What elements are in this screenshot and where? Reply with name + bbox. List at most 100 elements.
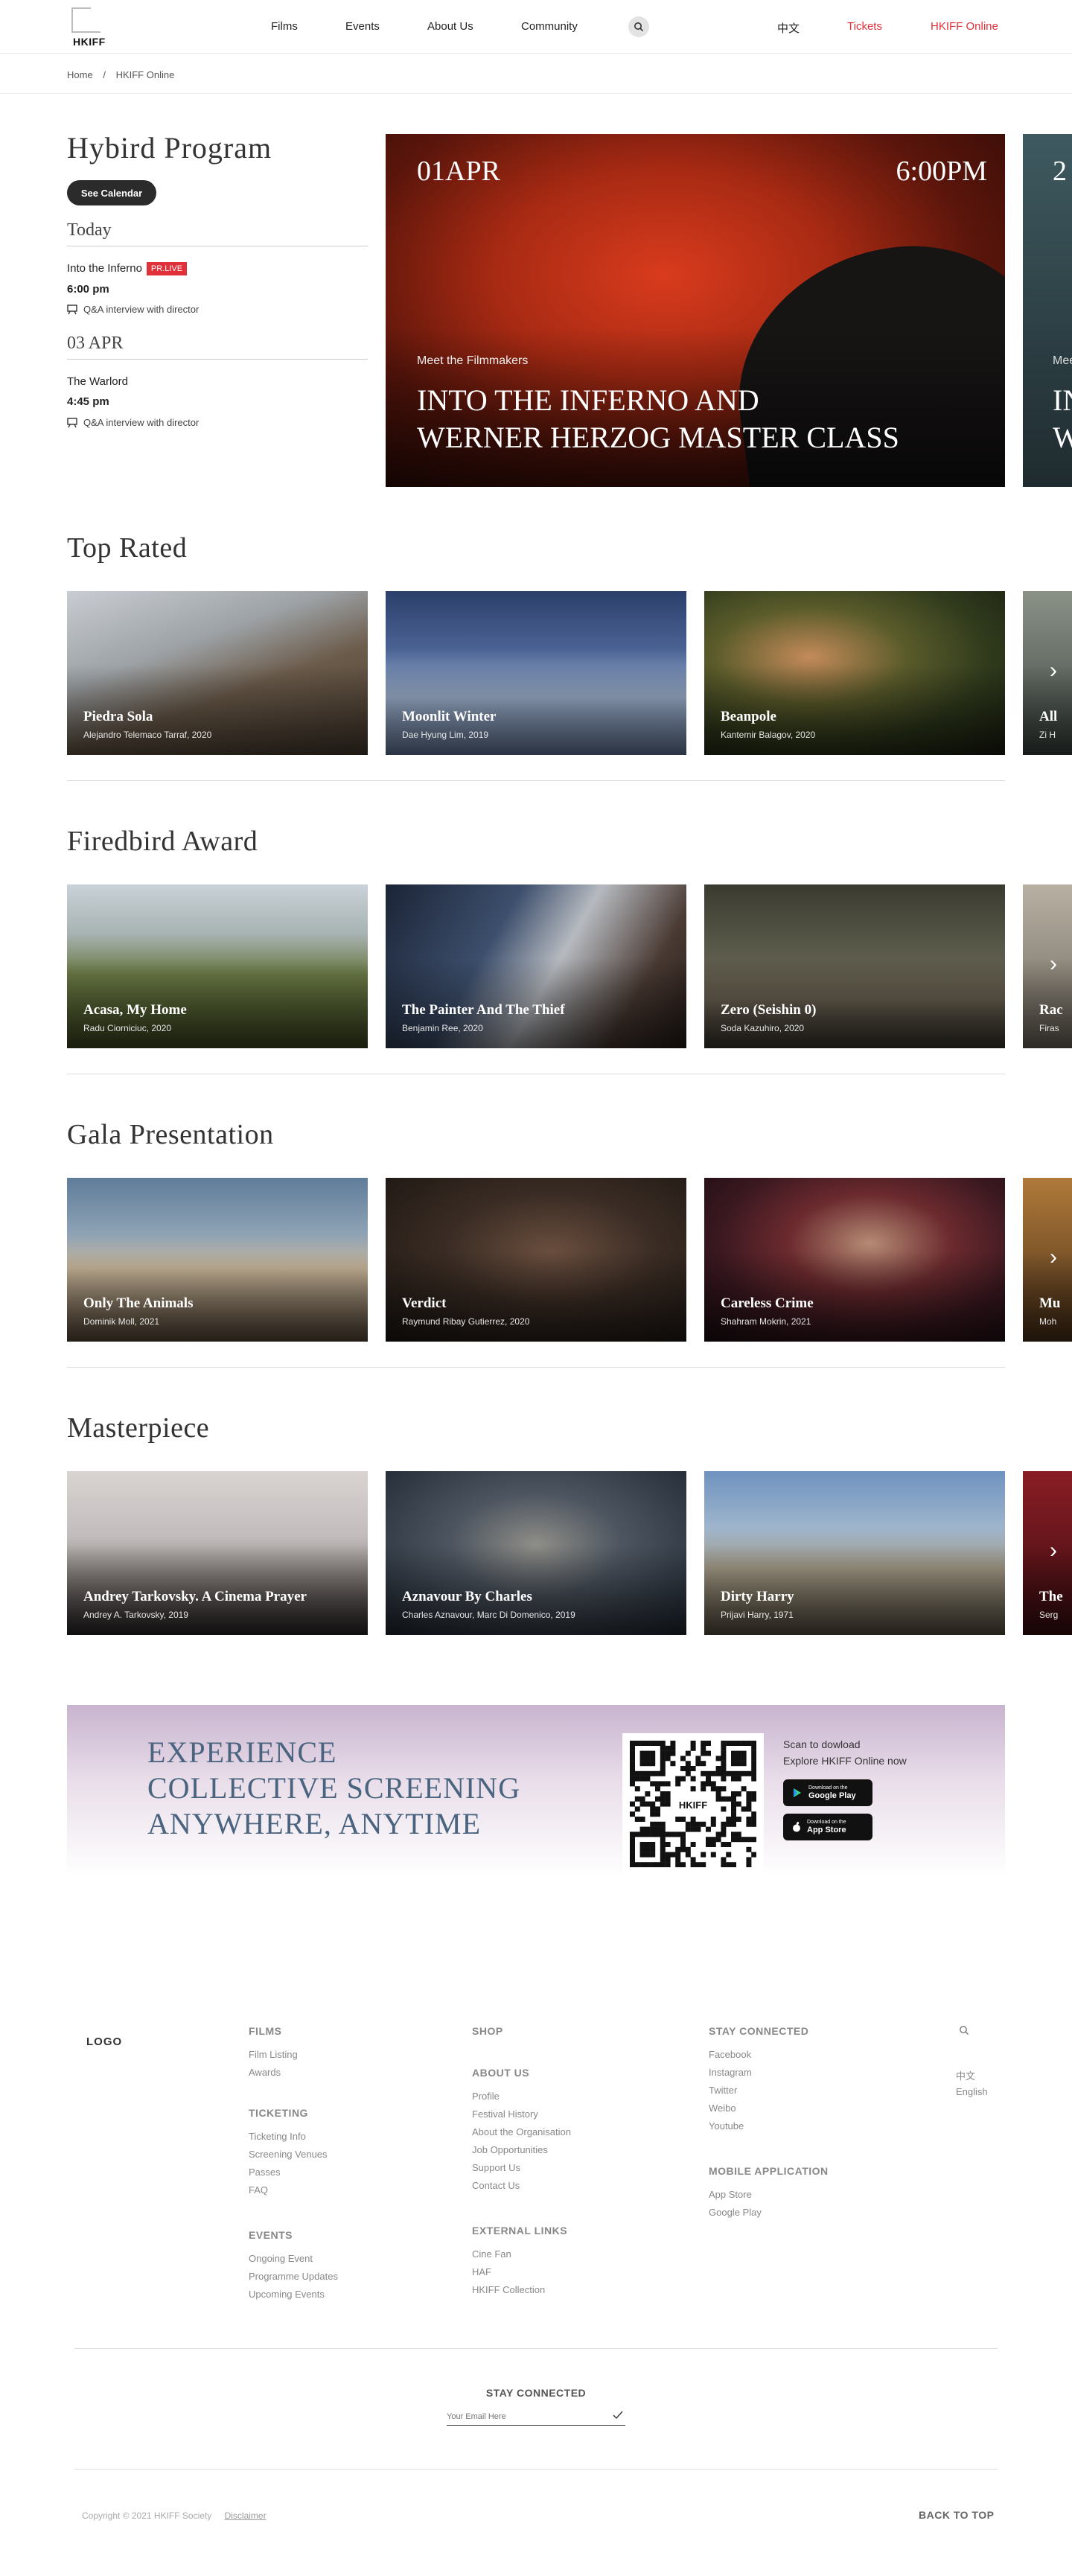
hkiff-logo[interactable]: HKIFF: [68, 6, 113, 48]
film-card[interactable]: Mu Moh: [1023, 1178, 1072, 1342]
nav-community[interactable]: Community: [521, 20, 578, 33]
film-card[interactable]: Verdict Raymund Ribay Gutierrez, 2020: [386, 1178, 686, 1342]
qr-module: [726, 1821, 732, 1827]
qr-module: [630, 1776, 635, 1782]
film-card[interactable]: Moonlit Winter Dae Hyung Lim, 2019: [386, 591, 686, 755]
footer-link[interactable]: HAF: [472, 2266, 491, 2277]
see-calendar-button[interactable]: See Calendar: [67, 180, 156, 205]
qr-module: [721, 1831, 727, 1837]
chevron-right-icon[interactable]: ›: [1050, 1538, 1057, 1563]
film-card[interactable]: Beanpole Kantemir Balagov, 2020: [704, 591, 1005, 755]
nav-events[interactable]: Events: [345, 20, 380, 33]
footer-link[interactable]: Upcoming Events: [249, 2289, 325, 2300]
qr-module: [680, 1817, 686, 1822]
film-card[interactable]: Acasa, My Home Radu Ciorniciuc, 2020: [67, 884, 368, 1048]
chevron-right-icon[interactable]: ›: [1050, 1245, 1057, 1270]
footer-link[interactable]: Google Play: [709, 2207, 762, 2218]
schedule-film[interactable]: Into the Inferno PR.LIVE: [67, 262, 188, 275]
film-credit: Alejandro Telemaco Tarraf, 2020: [83, 730, 212, 740]
search-button[interactable]: [628, 16, 649, 37]
footer-link[interactable]: FAQ: [249, 2184, 268, 2196]
qr-module: [655, 1826, 660, 1832]
footer-link[interactable]: Awards: [249, 2067, 281, 2078]
footer-link[interactable]: Job Opportunities: [472, 2144, 548, 2155]
qr-module: [660, 1846, 666, 1852]
footer-link[interactable]: HKIFF Collection: [472, 2284, 545, 2295]
qr-module: [660, 1801, 666, 1807]
film-card[interactable]: Careless Crime Shahram Mokrin, 2021: [704, 1178, 1005, 1342]
qr-module: [701, 1761, 706, 1767]
disclaimer-link[interactable]: Disclaimer: [225, 2510, 267, 2521]
film-card[interactable]: Aznavour By Charles Charles Aznavour, Ma…: [386, 1471, 686, 1635]
film-card[interactable]: The Serg: [1023, 1471, 1072, 1635]
film-card[interactable]: Rac Firas: [1023, 884, 1072, 1048]
footer-heading-events: EVENTS: [249, 2229, 293, 2241]
chevron-right-icon[interactable]: ›: [1050, 951, 1057, 977]
footer-link[interactable]: Screening Venues: [249, 2149, 328, 2160]
footer-link[interactable]: Ongoing Event: [249, 2253, 313, 2264]
nav-tickets[interactable]: Tickets: [847, 20, 882, 33]
qr-module: [675, 1776, 681, 1782]
footer-heading-shop[interactable]: SHOP: [472, 2025, 503, 2037]
film-card[interactable]: Andrey Tarkovsky. A Cinema Prayer Andrey…: [67, 1471, 368, 1635]
footer-link[interactable]: Profile: [472, 2091, 500, 2102]
film-credit: Soda Kazuhiro, 2020: [721, 1023, 805, 1033]
footer-link[interactable]: Youtube: [709, 2120, 744, 2132]
newsletter-submit-button[interactable]: [610, 2408, 625, 2423]
breadcrumb: Home / HKIFF Online: [67, 69, 182, 80]
hero-slide-next[interactable]: 2 Mee IN W: [1023, 134, 1072, 487]
footer-lang-en[interactable]: English: [956, 2086, 988, 2097]
footer-link[interactable]: Ticketing Info: [249, 2131, 306, 2142]
film-card[interactable]: Dirty Harry Prijavi Harry, 1971: [704, 1471, 1005, 1635]
nav-hkiff-online[interactable]: HKIFF Online: [931, 20, 998, 33]
qr-module: [751, 1741, 757, 1746]
qr-module: [634, 1796, 640, 1802]
qr-module: [630, 1750, 635, 1756]
qr-module: [690, 1862, 696, 1868]
footer-link[interactable]: Instagram: [709, 2067, 752, 2078]
film-card[interactable]: Piedra Sola Alejandro Telemaco Tarraf, 2…: [67, 591, 368, 755]
qr-module: [645, 1842, 651, 1847]
qr-module: [736, 1837, 741, 1843]
qr-module: [630, 1801, 635, 1807]
newsletter-email-input[interactable]: [447, 2408, 625, 2426]
store-name: App Store: [807, 1826, 846, 1834]
footer-logo[interactable]: LOGO: [86, 2035, 122, 2048]
footer-link[interactable]: Passes: [249, 2167, 281, 2178]
film-card[interactable]: Zero (Seishin 0) Soda Kazuhiro, 2020: [704, 884, 1005, 1048]
search-icon: [960, 2026, 969, 2035]
footer-link[interactable]: Support Us: [472, 2162, 520, 2173]
section-title: Gala Presentation: [67, 1119, 274, 1150]
breadcrumb-home[interactable]: Home: [67, 69, 93, 80]
film-card[interactable]: The Painter And The Thief Benjamin Ree, …: [386, 884, 686, 1048]
qr-module: [741, 1741, 747, 1746]
footer-link[interactable]: Cine Fan: [472, 2248, 511, 2260]
footer-link[interactable]: Programme Updates: [249, 2271, 338, 2282]
footer-link[interactable]: About the Organisation: [472, 2126, 571, 2137]
qr-module: [650, 1741, 656, 1746]
footer-link[interactable]: App Store: [709, 2189, 752, 2200]
promo-line: COLLECTIVE SCREENING: [147, 1771, 521, 1805]
footer-link[interactable]: Contact Us: [472, 2180, 520, 2191]
nav-films[interactable]: Films: [271, 20, 298, 33]
footer-lang-zh[interactable]: 中文: [956, 2068, 975, 2082]
footer-link[interactable]: Twitter: [709, 2085, 737, 2096]
language-switch[interactable]: 中文: [777, 20, 800, 36]
footer-search-button[interactable]: [959, 2025, 969, 2039]
back-to-top-button[interactable]: BACK TO TOP: [919, 2509, 994, 2521]
google-play-button[interactable]: Download on the Google Play: [783, 1779, 872, 1806]
footer-link[interactable]: Festival History: [472, 2108, 538, 2120]
app-store-button[interactable]: Download on the App Store: [783, 1814, 872, 1840]
film-credit: Serg: [1039, 1610, 1059, 1620]
chevron-right-icon[interactable]: ›: [1050, 658, 1057, 683]
hero-slide[interactable]: 01APR 6:00PM Meet the Filmmakers INTO TH…: [386, 134, 1005, 487]
footer-link[interactable]: Weibo: [709, 2102, 736, 2114]
film-card[interactable]: All Zi H: [1023, 591, 1072, 755]
schedule-film[interactable]: The Warlord: [67, 375, 128, 388]
footer-link[interactable]: Film Listing: [249, 2049, 298, 2060]
site-header: HKIFF Films Events About Us Community 中文…: [0, 0, 1072, 54]
footer-link[interactable]: Facebook: [709, 2049, 751, 2060]
film-credit: Kantemir Balagov, 2020: [721, 730, 816, 740]
film-card[interactable]: Only The Animals Dominik Moll, 2021: [67, 1178, 368, 1342]
nav-about-us[interactable]: About Us: [427, 20, 473, 33]
